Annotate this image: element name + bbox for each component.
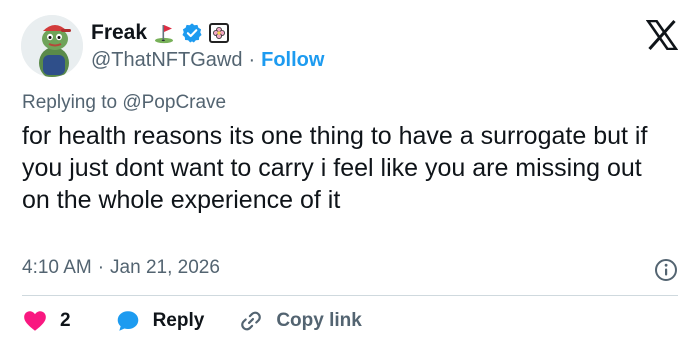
- tweet-time[interactable]: 4:10 AM: [22, 257, 92, 279]
- tweet-date[interactable]: Jan 21, 2026: [110, 257, 220, 279]
- x-logo-icon[interactable]: [645, 19, 679, 51]
- author-handle-row: @ThatNFTGawd · Follow: [91, 47, 324, 73]
- tweet-meta: 4:10 AM · Jan 21, 2026: [22, 257, 220, 279]
- golf-flag-icon: [153, 22, 175, 44]
- copy-link-button[interactable]: Copy link: [238, 308, 362, 334]
- reply-label: Reply: [152, 310, 205, 331]
- action-bar: 2 Reply Copy link: [22, 305, 362, 337]
- avatar[interactable]: [21, 15, 83, 77]
- display-name[interactable]: Freak: [91, 21, 147, 45]
- follow-button[interactable]: Follow: [261, 49, 324, 72]
- heart-icon: [22, 308, 48, 334]
- separator-dot: ·: [248, 48, 256, 71]
- meta-separator: ·: [97, 257, 105, 278]
- tweet-card: Freak @ThatNFTGawd · Follow Replying to …: [0, 0, 700, 348]
- copy-link-label: Copy link: [276, 310, 362, 331]
- link-icon: [238, 308, 264, 334]
- reply-mention-link[interactable]: @PopCrave: [122, 92, 226, 113]
- verified-badge-icon: [181, 22, 203, 44]
- like-count: 2: [60, 310, 71, 331]
- like-button[interactable]: 2: [22, 308, 71, 334]
- reply-bubble-icon: [115, 308, 141, 334]
- reply-button[interactable]: Reply: [115, 308, 205, 334]
- replying-to-label: Replying to: [22, 92, 118, 113]
- author-handle[interactable]: @ThatNFTGawd: [91, 49, 242, 72]
- flower-badge-icon: [209, 23, 230, 43]
- divider: [22, 295, 678, 296]
- replying-to: Replying to @PopCrave: [22, 92, 226, 114]
- tweet-text: for health reasons its one thing to have…: [22, 122, 648, 214]
- info-icon[interactable]: [654, 258, 678, 282]
- author-name-row: Freak: [91, 19, 230, 47]
